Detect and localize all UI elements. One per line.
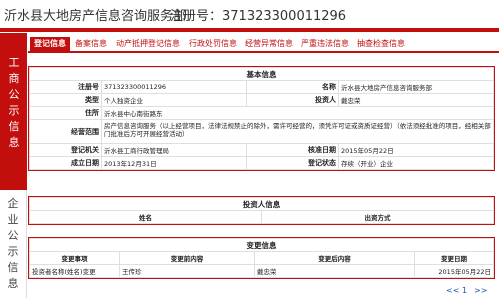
pager-next-link[interactable]: >> [474,286,487,295]
authority-value: 沂水县工商行政管理局 [101,143,247,157]
investment-method-header: 出资方式 [261,210,494,224]
tab-registration[interactable]: 登记信息 [30,37,70,51]
side-tab-enterprise-disclosure[interactable]: 企业公示信息 [0,190,27,298]
name-value: 沂水县大地房产信息咨询服务部 [338,80,494,94]
change-item-header: 变更事项 [29,251,120,265]
tab-filing[interactable]: 备案信息 [72,37,110,51]
change-date-header: 变更日期 [414,251,494,265]
approval-date-value: 2015年05月22日 [338,143,494,157]
type-label: 类型 [29,93,102,107]
tab-abnormal-operation[interactable]: 经营异常信息 [242,37,296,51]
established-date-label: 成立日期 [29,156,102,170]
info-tabs: 登记信息 备案信息 动产抵押登记信息 行政处罚信息 经营异常信息 严重违法信息 … [28,37,499,53]
approval-date-label: 核准日期 [246,143,339,157]
change-date-cell: 2015年05月22日 [414,264,494,278]
before-content-cell: 王传珍 [119,264,255,278]
reg-status-label: 登记状态 [246,156,339,170]
basic-info-section: 基本信息 注册号 371323300011296 名称 沂水县大地房产信息咨询服… [28,66,495,171]
investor-info-section: 投资人信息 姓名 出资方式 [28,196,495,225]
registration-number: 注册号：371323300011296 [170,9,347,24]
header-divider [0,28,499,32]
side-tab-gov-disclosure[interactable]: 工商公示信息 [0,33,27,190]
side-tab-gov-label: 工商公示信息 [8,56,20,149]
tab-spot-check[interactable]: 抽查检查信息 [354,37,408,51]
tab-admin-penalty[interactable]: 行政处罚信息 [186,37,240,51]
scope-label: 经营范围 [29,119,102,144]
scope-value: 房产信息咨询服务（以上经营项目，法律法规禁止的除外，需许可经营的，须凭许可证或资… [101,119,494,144]
company-name: 沂水县大地房产信息咨询服务部 [4,9,187,24]
authority-label: 登记机关 [29,143,102,157]
type-value: 个人独资企业 [101,93,247,107]
change-info-title: 变更信息 [29,238,494,252]
investor-info-title: 投资人信息 [29,197,494,211]
before-content-header: 变更前内容 [119,251,255,265]
basic-info-title: 基本信息 [29,67,494,81]
after-content-header: 变更后内容 [254,251,415,265]
investor-value: 戴忠荣 [338,93,494,107]
tab-chattel-mortgage[interactable]: 动产抵押登记信息 [112,37,184,51]
side-tab-ent-label: 企业公示信息 [7,197,19,290]
investor-label: 投资人 [246,93,339,107]
reg-no-label: 注册号 [29,80,102,94]
pager-page-1-link[interactable]: 1 [462,286,467,295]
table-row: 投资者名称(姓名)变更 王传珍 戴忠荣 2015年05月22日 [29,264,494,278]
address-label: 住所 [29,106,102,120]
change-info-section: 变更信息 变更事项 变更前内容 变更后内容 变更日期 投资者名称(姓名)变更 王… [28,237,495,279]
reg-no-value: 371323300011296 [101,80,247,94]
change-item-cell: 投资者名称(姓名)变更 [29,264,120,278]
name-label: 名称 [246,80,339,94]
established-date-value: 2013年12月31日 [101,156,247,170]
pager-prev-link[interactable]: << [446,286,459,295]
after-content-cell: 戴忠荣 [254,264,415,278]
address-value: 沂水县中心南街路东 [101,106,494,120]
tab-serious-violation[interactable]: 严重违法信息 [298,37,352,51]
investor-name-header: 姓名 [29,210,262,224]
reg-status-value: 存续（开业）企业 [338,156,494,170]
